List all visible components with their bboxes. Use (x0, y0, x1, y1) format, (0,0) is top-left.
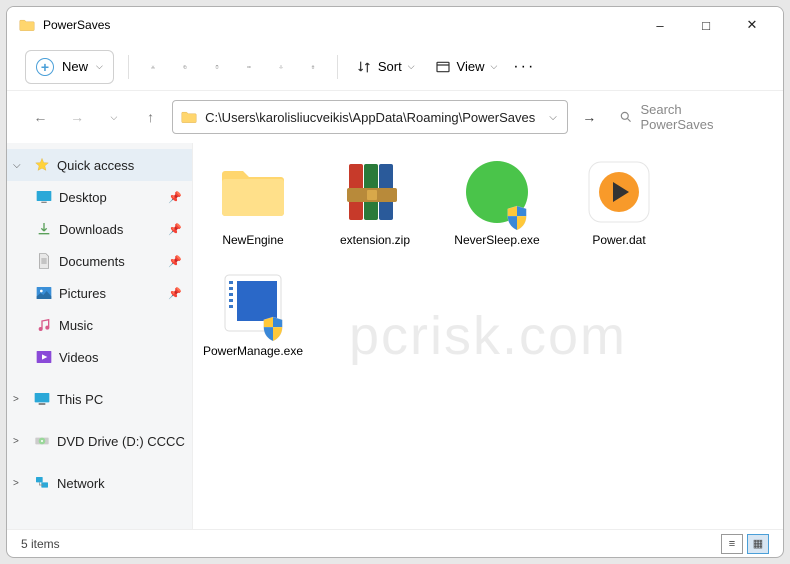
sidebar-item-desktop[interactable]: Desktop 📌 (7, 181, 192, 213)
rename-button[interactable] (239, 57, 259, 77)
share-button[interactable] (271, 57, 291, 77)
sort-button[interactable]: Sort ⌵ (352, 59, 419, 75)
window-title: PowerSaves (43, 18, 637, 32)
chevron-right-icon: > (13, 436, 27, 447)
cut-button[interactable] (143, 57, 163, 77)
sort-label: Sort (378, 59, 402, 74)
sidebar-label: Videos (59, 350, 99, 365)
sidebar-network[interactable]: > Network (7, 467, 192, 499)
pin-icon: 📌 (168, 287, 182, 300)
new-button[interactable]: + New ⌵ (25, 50, 114, 84)
maximize-button[interactable]: □ (683, 9, 729, 41)
chevron-down-icon: ⌵ (96, 61, 103, 72)
view-button[interactable]: View ⌵ (431, 59, 502, 75)
sidebar-label: Documents (59, 254, 125, 269)
chevron-right-icon: > (13, 394, 27, 405)
plus-icon: + (36, 58, 54, 76)
copy-button[interactable] (175, 57, 195, 77)
sidebar-quick-access[interactable]: ⌵ Quick access (7, 149, 192, 181)
pc-icon (33, 390, 51, 408)
folder-icon (181, 110, 197, 124)
item-label: NeverSleep.exe (454, 233, 539, 248)
item-label: PowerManage.exe (203, 344, 303, 359)
disc-icon (33, 432, 51, 450)
chevron-down-icon: ⌵ (13, 160, 27, 171)
item-label: Power.dat (592, 233, 645, 248)
chevron-down-icon: ⌵ (490, 61, 497, 72)
delete-button[interactable] (303, 57, 323, 77)
network-icon (33, 474, 51, 492)
file-item-data[interactable]: Power.dat (567, 155, 671, 248)
sidebar-label: Network (57, 476, 105, 491)
sidebar-label: Quick access (57, 158, 134, 173)
address-path: C:\Users\karolisliucveikis\AppData\Roami… (205, 110, 535, 125)
content-area: NewEngine extension.zip (193, 143, 783, 529)
file-item-folder[interactable]: NewEngine (201, 155, 305, 248)
download-icon (35, 220, 53, 238)
sidebar-label: Music (59, 318, 93, 333)
sidebar-dvd-drive[interactable]: > DVD Drive (D:) CCCC (7, 425, 192, 457)
toolbar: + New ⌵ Sort ⌵ View ⌵ ··· (7, 43, 783, 91)
pin-icon: 📌 (168, 255, 182, 268)
folder-icon (19, 18, 35, 32)
address-row: ← → ⌵ ↑ C:\Users\karolisliucveikis\AppDa… (7, 91, 783, 143)
back-button[interactable]: ← (25, 101, 56, 133)
address-dropdown[interactable]: ⌵ (543, 112, 563, 123)
shield-icon (262, 316, 284, 342)
search-placeholder: Search PowerSaves (640, 102, 757, 132)
close-button[interactable]: ✕ (729, 9, 775, 41)
sidebar-item-documents[interactable]: Documents 📌 (7, 245, 192, 277)
sidebar: ⌵ Quick access Desktop 📌 Downloads 📌 Doc… (7, 143, 193, 529)
sidebar-item-downloads[interactable]: Downloads 📌 (7, 213, 192, 245)
item-label: extension.zip (340, 233, 410, 248)
paste-button[interactable] (207, 57, 227, 77)
archive-icon (345, 160, 405, 224)
pin-icon: 📌 (168, 223, 182, 236)
star-icon (33, 156, 51, 174)
view-label: View (457, 59, 485, 74)
pin-icon: 📌 (168, 191, 182, 204)
icons-view-toggle[interactable]: ▦ (747, 534, 769, 554)
media-icon (586, 159, 652, 225)
search-icon (619, 110, 633, 124)
view-icon (435, 59, 451, 75)
title-bar: PowerSaves – □ ✕ (7, 7, 783, 43)
item-label: NewEngine (222, 233, 283, 248)
up-button[interactable]: ↑ (135, 101, 166, 133)
address-bar[interactable]: C:\Users\karolisliucveikis\AppData\Roami… (172, 100, 568, 134)
pictures-icon (35, 284, 53, 302)
sidebar-item-videos[interactable]: Videos (7, 341, 192, 373)
minimize-button[interactable]: – (637, 9, 683, 41)
details-view-toggle[interactable]: ≡ (721, 534, 743, 554)
search-input[interactable]: Search PowerSaves (611, 100, 765, 134)
go-button[interactable]: → (574, 101, 605, 133)
music-icon (35, 316, 53, 334)
more-button[interactable]: ··· (513, 58, 535, 76)
item-count: 5 items (21, 537, 60, 551)
chevron-down-icon: ⌵ (408, 61, 415, 72)
desktop-icon (35, 188, 53, 206)
document-icon (35, 252, 53, 270)
folder-icon (218, 164, 288, 220)
recent-button[interactable]: ⌵ (99, 101, 130, 133)
file-item-archive[interactable]: extension.zip (323, 155, 427, 248)
status-bar: 5 items ≡ ▦ (7, 529, 783, 557)
file-item-exe[interactable]: NeverSleep.exe (445, 155, 549, 248)
sidebar-label: Desktop (59, 190, 107, 205)
sidebar-label: Pictures (59, 286, 106, 301)
sidebar-label: DVD Drive (D:) CCCC (57, 434, 185, 449)
file-item-exe[interactable]: PowerManage.exe (201, 266, 305, 359)
sidebar-item-pictures[interactable]: Pictures 📌 (7, 277, 192, 309)
new-label: New (62, 59, 88, 74)
videos-icon (35, 348, 53, 366)
forward-button[interactable]: → (62, 101, 93, 133)
sidebar-label: This PC (57, 392, 103, 407)
sidebar-this-pc[interactable]: > This PC (7, 383, 192, 415)
explorer-window: PowerSaves – □ ✕ + New ⌵ Sort ⌵ View ⌵ (6, 6, 784, 558)
sidebar-item-music[interactable]: Music (7, 309, 192, 341)
chevron-right-icon: > (13, 478, 27, 489)
sort-icon (356, 59, 372, 75)
sidebar-label: Downloads (59, 222, 123, 237)
shield-icon (506, 205, 528, 231)
